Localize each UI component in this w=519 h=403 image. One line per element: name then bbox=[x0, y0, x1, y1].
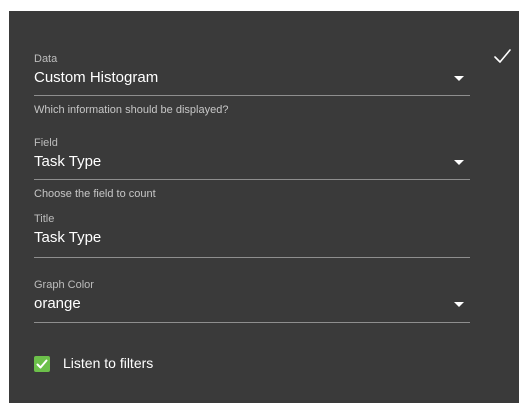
data-hint: Which information should be displayed? bbox=[34, 104, 229, 116]
title-label: Title bbox=[34, 213, 55, 225]
confirm-checkmark-icon[interactable] bbox=[491, 45, 513, 67]
graph-color-value[interactable]: orange bbox=[34, 295, 81, 312]
data-caret-down-icon[interactable] bbox=[454, 76, 464, 81]
listen-to-filters-label[interactable]: Listen to filters bbox=[63, 355, 153, 371]
title-input[interactable]: Title Task Type bbox=[34, 213, 470, 263]
field-caret-down-icon[interactable] bbox=[454, 160, 464, 165]
field-label: Field bbox=[34, 137, 58, 149]
graph-color-underline bbox=[34, 322, 470, 323]
title-underline bbox=[34, 257, 470, 258]
graph-color-caret-down-icon[interactable] bbox=[454, 302, 464, 307]
graph-color-label: Graph Color bbox=[34, 279, 94, 291]
data-label: Data bbox=[34, 53, 58, 65]
settings-panel: Data Custom Histogram Which information … bbox=[9, 11, 519, 403]
data-value[interactable]: Custom Histogram bbox=[34, 69, 158, 86]
data-select[interactable]: Data Custom Histogram Which information … bbox=[34, 53, 470, 123]
field-hint: Choose the field to count bbox=[34, 188, 156, 200]
field-select[interactable]: Field Task Type Choose the field to coun… bbox=[34, 137, 470, 207]
field-value[interactable]: Task Type bbox=[34, 153, 101, 170]
graph-color-select[interactable]: Graph Color orange bbox=[34, 279, 470, 329]
title-value[interactable]: Task Type bbox=[34, 229, 101, 246]
field-underline bbox=[34, 179, 470, 180]
checkbox-checked-icon[interactable] bbox=[34, 356, 50, 372]
data-underline bbox=[34, 95, 470, 96]
